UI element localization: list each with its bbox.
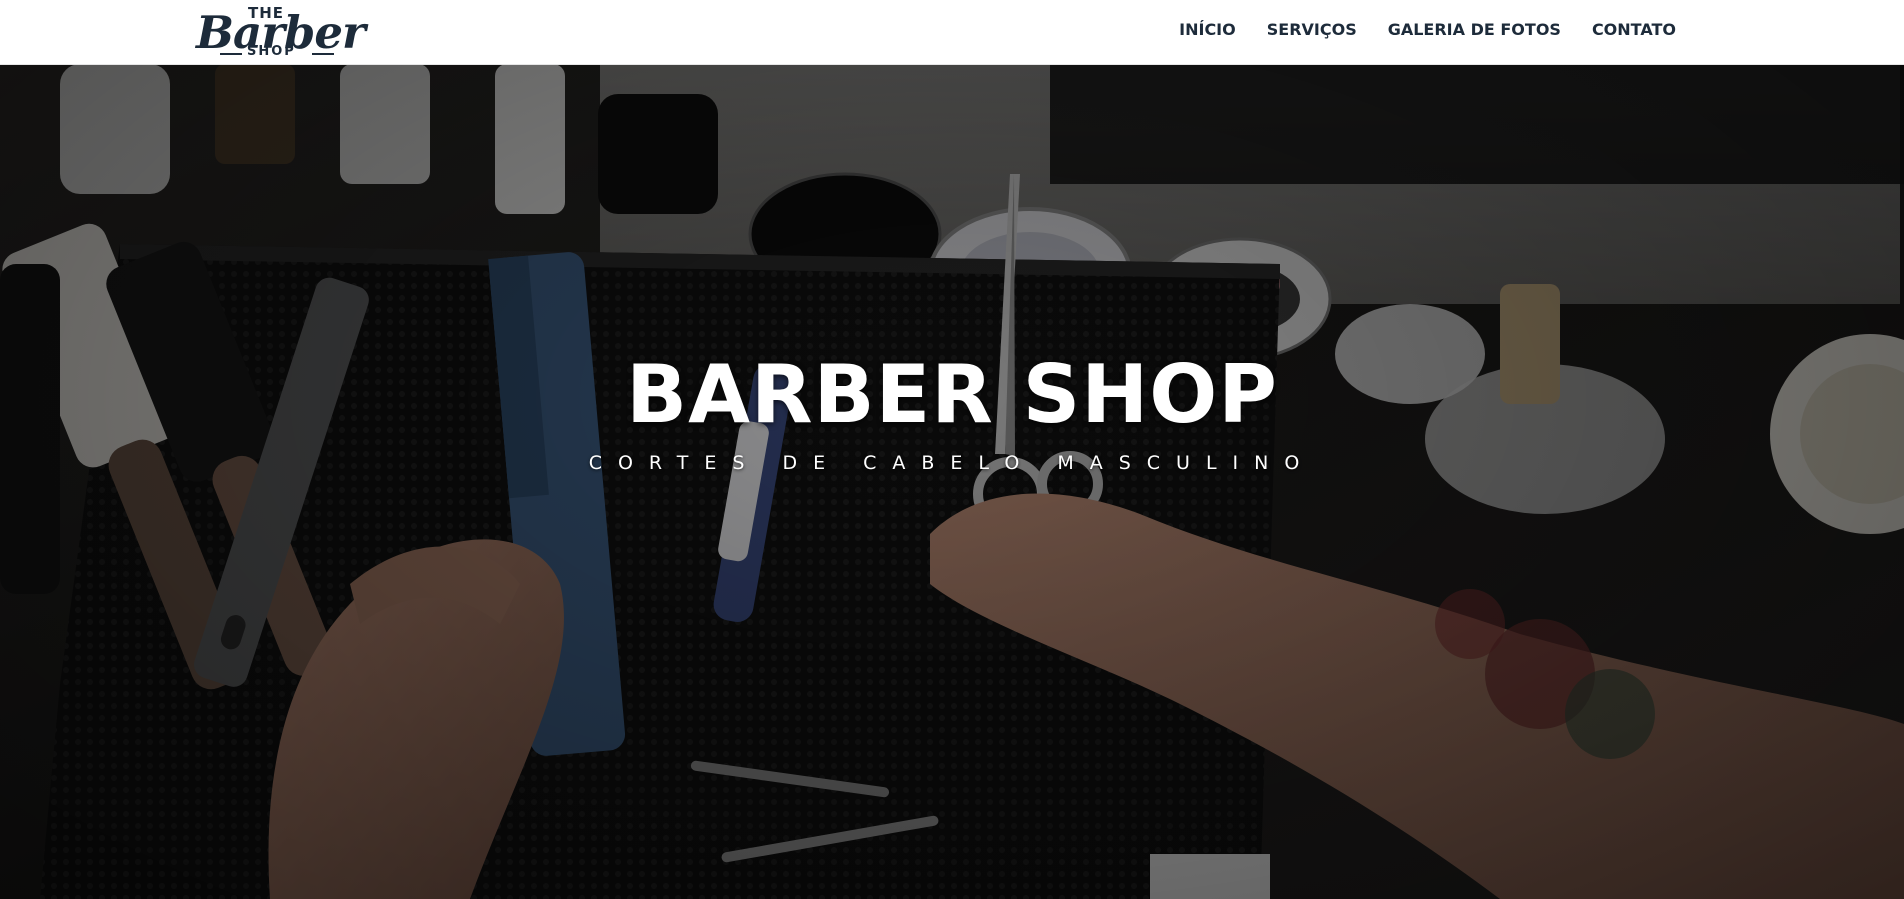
- hero-overlay: [0, 64, 1904, 899]
- hero-subtitle: CORTES DE CABELO MASCULINO: [588, 452, 1316, 474]
- site-header: THE Barber SHOP INÍCIO SERVIÇOS GALERIA …: [0, 0, 1904, 65]
- page: THE Barber SHOP INÍCIO SERVIÇOS GALERIA …: [0, 0, 1904, 899]
- logo-rule-left: [220, 53, 242, 55]
- logo-rule-right: [312, 53, 334, 55]
- nav-link-servicos[interactable]: SERVIÇOS: [1267, 20, 1357, 39]
- nav-link-contato[interactable]: CONTATO: [1592, 20, 1676, 39]
- logo[interactable]: THE Barber SHOP: [194, 2, 366, 62]
- hero-title: BARBER SHOP: [626, 348, 1278, 441]
- nav-link-galeria[interactable]: GALERIA DE FOTOS: [1388, 20, 1561, 39]
- main-nav: INÍCIO SERVIÇOS GALERIA DE FOTOS CONTATO: [1148, 20, 1676, 39]
- nav-link-inicio[interactable]: INÍCIO: [1179, 20, 1236, 39]
- logo-shop-text: SHOP: [247, 44, 296, 59]
- hero-section: BARBER SHOP CORTES DE CABELO MASCULINO: [0, 64, 1904, 899]
